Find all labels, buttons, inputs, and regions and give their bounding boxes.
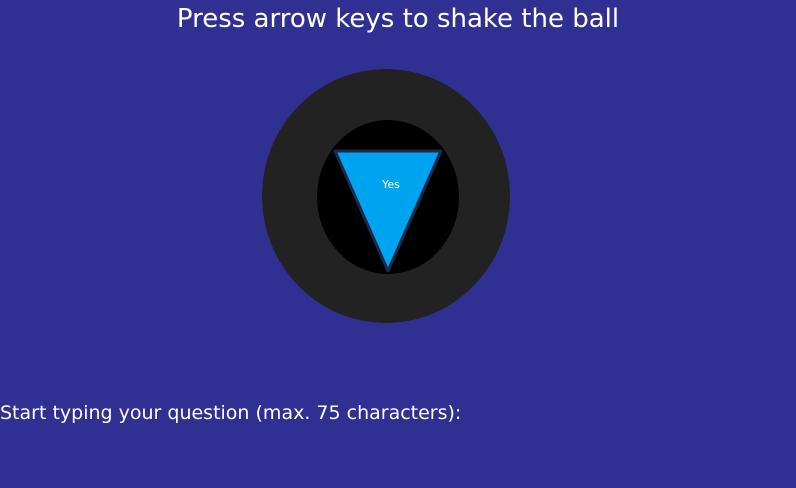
game-canvas[interactable]: Press arrow keys to shake the ball Yes S… xyxy=(0,0,796,488)
answer-text: Yes xyxy=(381,178,400,191)
question-prompt: Start typing your question (max. 75 char… xyxy=(0,402,462,424)
question-input[interactable] xyxy=(0,430,796,460)
